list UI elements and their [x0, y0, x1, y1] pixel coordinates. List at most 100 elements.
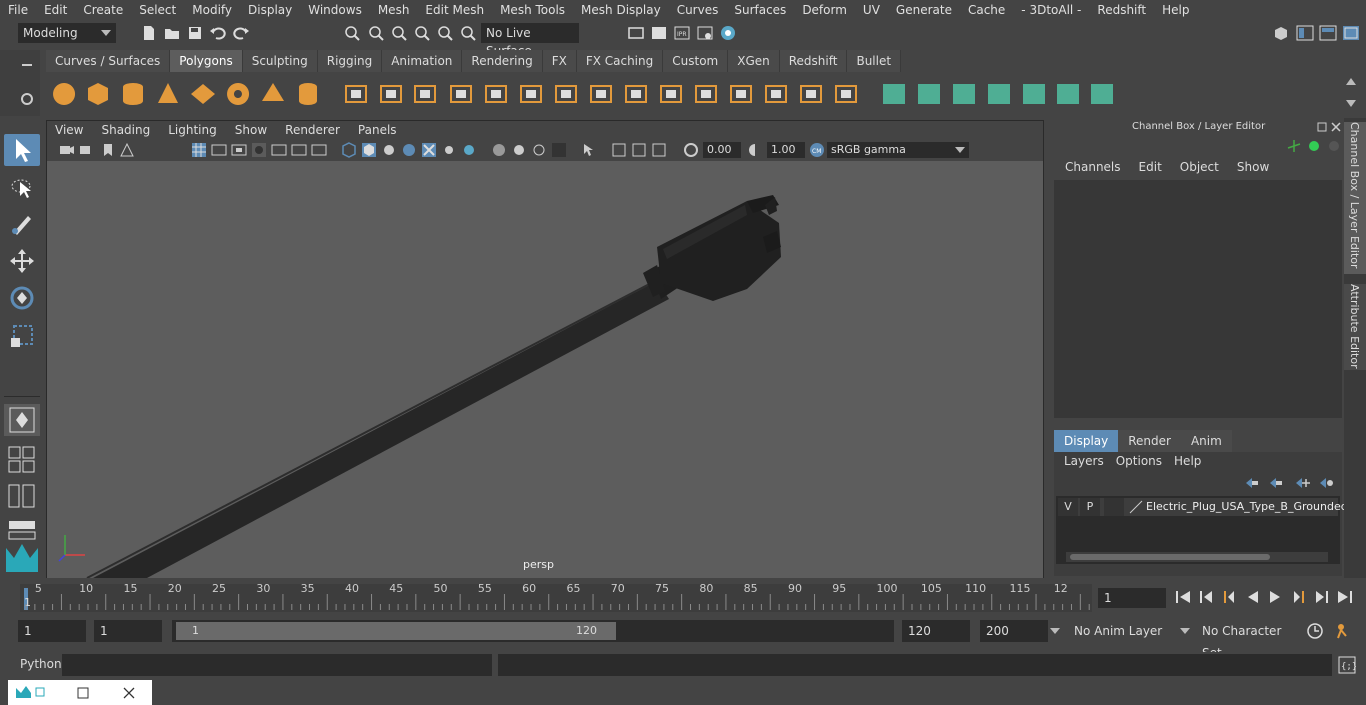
color-management-icon[interactable]: CM: [809, 142, 825, 158]
menu-show[interactable]: Show: [1228, 160, 1278, 174]
redo-icon[interactable]: [232, 24, 250, 42]
time-slider[interactable]: 1 1 5 10 15 20 25 30 35 40 45 50 55 60 65 70 75 80 85 90 9…: [0, 580, 1366, 616]
render-settings-icon[interactable]: [696, 24, 714, 42]
close-window-icon[interactable]: [122, 686, 136, 700]
target-weld-icon[interactable]: [762, 80, 790, 108]
minimized-window[interactable]: [8, 680, 152, 705]
xray-joints-icon[interactable]: [381, 142, 397, 158]
hud-icon-2[interactable]: [631, 142, 647, 158]
workspace-icon[interactable]: [1272, 24, 1290, 42]
save-scene-icon[interactable]: [186, 24, 204, 42]
motion-blur-icon[interactable]: [461, 142, 477, 158]
shelf-tab-rendering[interactable]: Rendering: [462, 50, 543, 72]
step-back-key-icon[interactable]: [1220, 589, 1238, 605]
menu-cache[interactable]: Cache: [960, 0, 1013, 20]
menu-file[interactable]: File: [0, 0, 36, 20]
bevel-icon[interactable]: [622, 80, 650, 108]
isolate-icon[interactable]: [341, 142, 357, 158]
anim-layer-chevron-icon[interactable]: [1050, 628, 1060, 634]
extrude-icon[interactable]: [587, 80, 615, 108]
xray-icon[interactable]: [361, 142, 377, 158]
camera-attr-icon[interactable]: [79, 142, 95, 158]
go-to-end-icon[interactable]: [1336, 589, 1354, 605]
layout-icon-3[interactable]: [1342, 24, 1360, 42]
layout-graph-icon[interactable]: [8, 520, 36, 540]
safe-action-icon[interactable]: [551, 142, 567, 158]
close-panel-icon[interactable]: [1330, 121, 1342, 133]
menu-surfaces[interactable]: Surfaces: [726, 0, 794, 20]
shaded-icon[interactable]: [251, 142, 267, 158]
auto-key-icon[interactable]: [1306, 622, 1324, 640]
shelf-settings-icon[interactable]: [20, 92, 34, 106]
shelf-tab-curves-surfaces[interactable]: Curves / Surfaces: [46, 50, 171, 72]
menu-object[interactable]: Object: [1171, 160, 1228, 174]
cmd-input[interactable]: [62, 654, 492, 676]
channel-anim-icon[interactable]: [1326, 138, 1342, 154]
uv-spherical-icon[interactable]: [950, 80, 978, 108]
tab-display[interactable]: Display: [1054, 430, 1119, 452]
layer-list-scrollbar[interactable]: [1066, 552, 1328, 562]
start-frame-field[interactable]: 1: [18, 620, 86, 642]
layer-visibility-toggle[interactable]: V: [1058, 498, 1078, 516]
shelf-tab-redshift[interactable]: Redshift: [779, 50, 848, 72]
undo-icon[interactable]: [209, 24, 227, 42]
shelf-tab-custom[interactable]: Custom: [663, 50, 729, 72]
render-frame-icon[interactable]: [650, 24, 668, 42]
resolution-gate-icon[interactable]: [531, 142, 547, 158]
shelf-tab-xgen[interactable]: XGen: [728, 50, 780, 72]
viewport-menu-view[interactable]: View: [47, 123, 93, 137]
electric-plug-model[interactable]: [47, 161, 1043, 578]
render-view-icon[interactable]: [627, 24, 645, 42]
channel-axes-icon[interactable]: [1286, 138, 1302, 154]
menu-help[interactable]: Help: [1154, 0, 1197, 20]
snap-grid-icon[interactable]: [367, 24, 385, 42]
layout-icon-2[interactable]: [1319, 24, 1337, 42]
separate-icon[interactable]: [377, 80, 405, 108]
menu-redshift[interactable]: Redshift: [1089, 0, 1154, 20]
smooth-icon[interactable]: [447, 80, 475, 108]
hud-icon-1[interactable]: [611, 142, 627, 158]
poly-cube-icon[interactable]: [84, 80, 112, 108]
playback-start-field[interactable]: 1: [94, 620, 162, 642]
rotate-tool[interactable]: [4, 282, 40, 314]
select-tool[interactable]: [4, 134, 40, 166]
merge-icon[interactable]: [797, 80, 825, 108]
shelf-tab-sculpting[interactable]: Sculpting: [242, 50, 318, 72]
combine-icon[interactable]: [342, 80, 370, 108]
select-hierarchy-icon[interactable]: [343, 24, 361, 42]
go-to-start-icon[interactable]: [1174, 589, 1192, 605]
float-panel-icon[interactable]: [1316, 121, 1328, 133]
layer-row[interactable]: V P Electric_Plug_USA_Type_B_Grounded: [1058, 498, 1348, 516]
menu-modify[interactable]: Modify: [184, 0, 240, 20]
menu-options[interactable]: Options: [1110, 454, 1168, 468]
live-surface-field[interactable]: No Live Surface: [481, 23, 579, 58]
menu-edit[interactable]: Edit: [1130, 160, 1171, 174]
mirror-icon[interactable]: [411, 80, 439, 108]
shelf-scroll-down-icon[interactable]: [1345, 99, 1357, 109]
uv-unfold-icon[interactable]: [1088, 80, 1116, 108]
exposure-field[interactable]: 0.00: [703, 142, 741, 158]
menu-layers[interactable]: Layers: [1058, 454, 1110, 468]
viewport-canvas[interactable]: persp: [47, 161, 1043, 578]
snap-curve-icon[interactable]: [390, 24, 408, 42]
menu-create[interactable]: Create: [75, 0, 131, 20]
hud-icon-3[interactable]: [651, 142, 667, 158]
end-frame-field[interactable]: 200: [980, 620, 1048, 642]
color-space-dropdown[interactable]: sRGB gamma: [827, 142, 969, 158]
layout-icon-1[interactable]: [1296, 24, 1314, 42]
play-back-icon[interactable]: [1244, 589, 1262, 605]
textured-icon[interactable]: [271, 142, 287, 158]
char-set-chevron-icon[interactable]: [1180, 628, 1190, 634]
viewport-menu-lighting[interactable]: Lighting: [160, 123, 227, 137]
uv-automatic-icon[interactable]: [985, 80, 1013, 108]
lasso-tool[interactable]: [4, 172, 40, 204]
poly-pyramid-icon[interactable]: [259, 80, 287, 108]
snap-plane-icon[interactable]: [436, 24, 454, 42]
aa-icon[interactable]: [491, 142, 507, 158]
menu-3dtoall[interactable]: - 3DtoAll -: [1013, 0, 1089, 20]
viewport-menu-show[interactable]: Show: [227, 123, 277, 137]
script-editor-icon[interactable]: {;}: [1338, 656, 1356, 674]
shelf-tab-rigging[interactable]: Rigging: [317, 50, 383, 72]
select-camera-icon[interactable]: [581, 142, 597, 158]
shelf-tab-polygons[interactable]: Polygons: [170, 50, 243, 72]
